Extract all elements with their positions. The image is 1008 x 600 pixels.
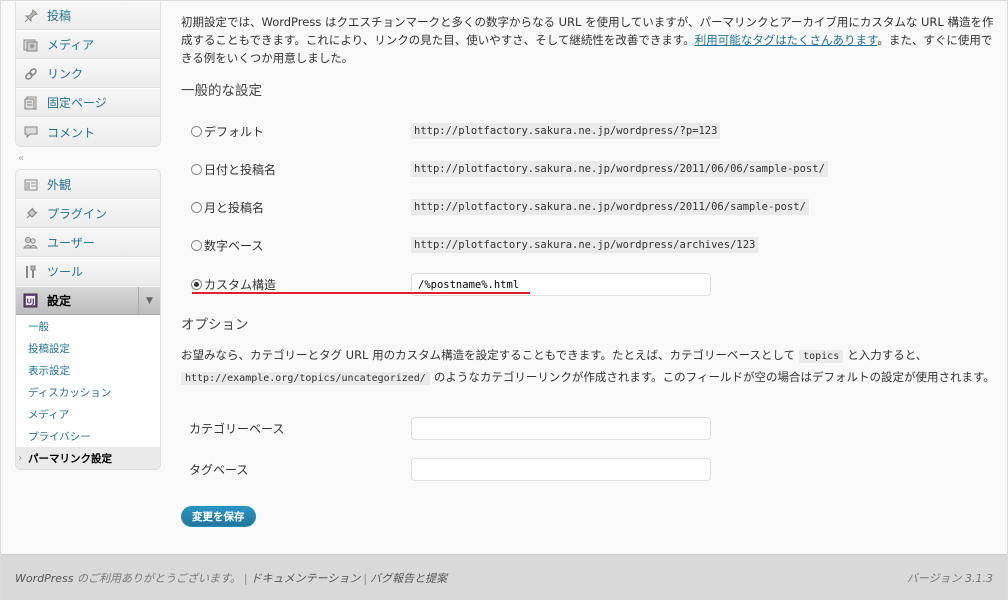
- menu-item-media[interactable]: メディア: [16, 30, 160, 59]
- radio-default[interactable]: [191, 126, 202, 137]
- save-changes-button[interactable]: 変更を保存: [181, 506, 256, 527]
- tools-icon: [22, 263, 39, 280]
- footer-version: バージョン 3.1.3: [906, 571, 993, 585]
- radio-date-name[interactable]: [191, 164, 202, 175]
- example-category-url: http://example.org/topics/uncategorized/: [181, 372, 430, 385]
- month-name-url-example: http://plotfactory.sakura.ne.jp/wordpres…: [411, 199, 809, 215]
- menu-label: ツール: [47, 265, 84, 279]
- menu-label: 投稿: [47, 9, 72, 23]
- radio-month-name[interactable]: [191, 202, 202, 213]
- page-icon: [22, 94, 39, 111]
- feedback-link[interactable]: バグ報告と提案: [370, 572, 447, 585]
- menu-label: 外観: [47, 178, 72, 192]
- comment-icon: [22, 124, 39, 141]
- submenu-item-permalinks[interactable]: パーマリンク設定: [16, 447, 160, 469]
- users-icon: [22, 234, 39, 251]
- menu-item-posts[interactable]: 投稿: [16, 1, 160, 30]
- menu-label: コメント: [47, 125, 96, 140]
- date-name-url-example: http://plotfactory.sakura.ne.jp/wordpres…: [411, 161, 828, 177]
- option-row-default[interactable]: デフォルト: [191, 123, 264, 140]
- option-label: 数字ベース: [204, 239, 264, 253]
- footer-separator: |: [363, 571, 368, 585]
- menu-collapse-arrow[interactable]: «: [15, 147, 161, 169]
- documentation-link[interactable]: ドキュメンテーション: [251, 572, 361, 585]
- options-desc-part2: と入力すると、: [847, 348, 928, 362]
- options-heading: オプション: [181, 317, 249, 333]
- option-row-custom[interactable]: カスタム構造: [191, 276, 276, 293]
- default-url-example: http://plotfactory.sakura.ne.jp/wordpres…: [411, 123, 721, 139]
- menu-item-tools[interactable]: ツール: [16, 257, 160, 286]
- options-desc-part1: お望みなら、カテゴリーとタグ URL 用のカスタム構造を設定することもできます。…: [181, 348, 796, 362]
- menu-label: リンク: [47, 67, 84, 81]
- option-row-date-name[interactable]: 日付と投稿名: [191, 161, 276, 178]
- highlight-underline: [192, 292, 530, 294]
- footer-separator: |: [243, 571, 248, 585]
- submenu-item-discussion[interactable]: ディスカッション: [16, 381, 160, 403]
- footer-thanks: のご利用ありがとうございます。: [73, 571, 241, 585]
- admin-sidebar: 投稿 メディア リンク 固定ページ コメント « 外観 プラグイン ユーザー ツ…: [15, 1, 161, 470]
- option-label: カスタム構造: [204, 278, 277, 292]
- menu-label: 固定ページ: [47, 96, 107, 110]
- chevron-down-icon[interactable]: ▼: [138, 287, 160, 315]
- options-description: お望みなら、カテゴリーとタグ URL 用のカスタム構造を設定することもできます。…: [181, 345, 1003, 389]
- tag-base-input[interactable]: [411, 458, 711, 481]
- radio-numeric[interactable]: [191, 240, 202, 251]
- link-icon: [22, 65, 39, 82]
- available-tags-link[interactable]: 利用可能なタグはたくさんあります: [695, 33, 878, 47]
- category-base-label: カテゴリーベース: [189, 422, 285, 436]
- general-settings-heading: 一般的な設定: [181, 83, 262, 99]
- menu-item-comments[interactable]: コメント: [16, 117, 160, 146]
- options-desc-part3: のようなカテゴリーリンクが作成されます。このフィールドが空の場合はデフォルトの設…: [433, 370, 995, 384]
- option-label: 月と投稿名: [204, 201, 265, 215]
- radio-custom[interactable]: [191, 279, 202, 290]
- submenu-item-general[interactable]: 一般: [16, 315, 160, 337]
- pin-icon: [22, 7, 39, 24]
- menu-item-pages[interactable]: 固定ページ: [16, 88, 160, 117]
- menu-label: プラグイン: [47, 207, 108, 221]
- menu-label: ユーザー: [47, 236, 95, 250]
- submenu-item-reading[interactable]: 表示設定: [16, 359, 160, 381]
- main-content: 初期設定では、WordPress はクエスチョンマークと多くの数字からなる UR…: [181, 1, 1003, 527]
- settings-submenu: 一般 投稿設定 表示設定 ディスカッション メディア プライバシー パーマリンク…: [16, 315, 160, 469]
- svg-text:UJ: UJ: [26, 298, 34, 306]
- menu-item-users[interactable]: ユーザー: [16, 228, 160, 257]
- submenu-item-privacy[interactable]: プライバシー: [16, 425, 160, 447]
- menu-item-plugins[interactable]: プラグイン: [16, 199, 160, 228]
- media-icon: [22, 36, 39, 53]
- numeric-url-example: http://plotfactory.sakura.ne.jp/wordpres…: [411, 237, 759, 253]
- intro-text: 初期設定では、WordPress はクエスチョンマークと多くの数字からなる UR…: [181, 1, 1003, 67]
- submenu-item-media[interactable]: メディア: [16, 403, 160, 425]
- option-row-numeric[interactable]: 数字ベース: [191, 237, 263, 254]
- plugin-icon: [22, 205, 39, 222]
- option-label: デフォルト: [204, 125, 265, 139]
- menu-label: 設定: [47, 294, 72, 308]
- menu-group-admin: 外観 プラグイン ユーザー ツール UJ 設定 ▼ 一般 投稿設定 表示設定 デ…: [15, 169, 161, 470]
- submenu-item-writing[interactable]: 投稿設定: [16, 337, 160, 359]
- example-category-base: topics: [799, 350, 844, 363]
- admin-footer: WordPress のご利用ありがとうございます。 | ドキュメンテーション | バグ報…: [1, 554, 1007, 600]
- menu-item-appearance[interactable]: 外観: [16, 170, 160, 199]
- option-row-month-name[interactable]: 月と投稿名: [191, 199, 264, 216]
- footer-credits: WordPress のご利用ありがとうございます。 | ドキュメンテーション | バグ報…: [15, 570, 447, 586]
- menu-group-content: 投稿 メディア リンク 固定ページ コメント: [15, 1, 161, 147]
- tag-base-label: タグベース: [189, 463, 249, 477]
- category-base-input[interactable]: [411, 417, 711, 440]
- appearance-icon: [22, 176, 39, 193]
- menu-item-links[interactable]: リンク: [16, 59, 160, 88]
- menu-item-settings[interactable]: UJ 設定 ▼: [16, 286, 160, 315]
- option-label: 日付と投稿名: [204, 163, 277, 177]
- menu-label: メディア: [47, 38, 95, 52]
- settings-icon: UJ: [22, 292, 39, 309]
- wordpress-link[interactable]: WordPress: [15, 572, 74, 585]
